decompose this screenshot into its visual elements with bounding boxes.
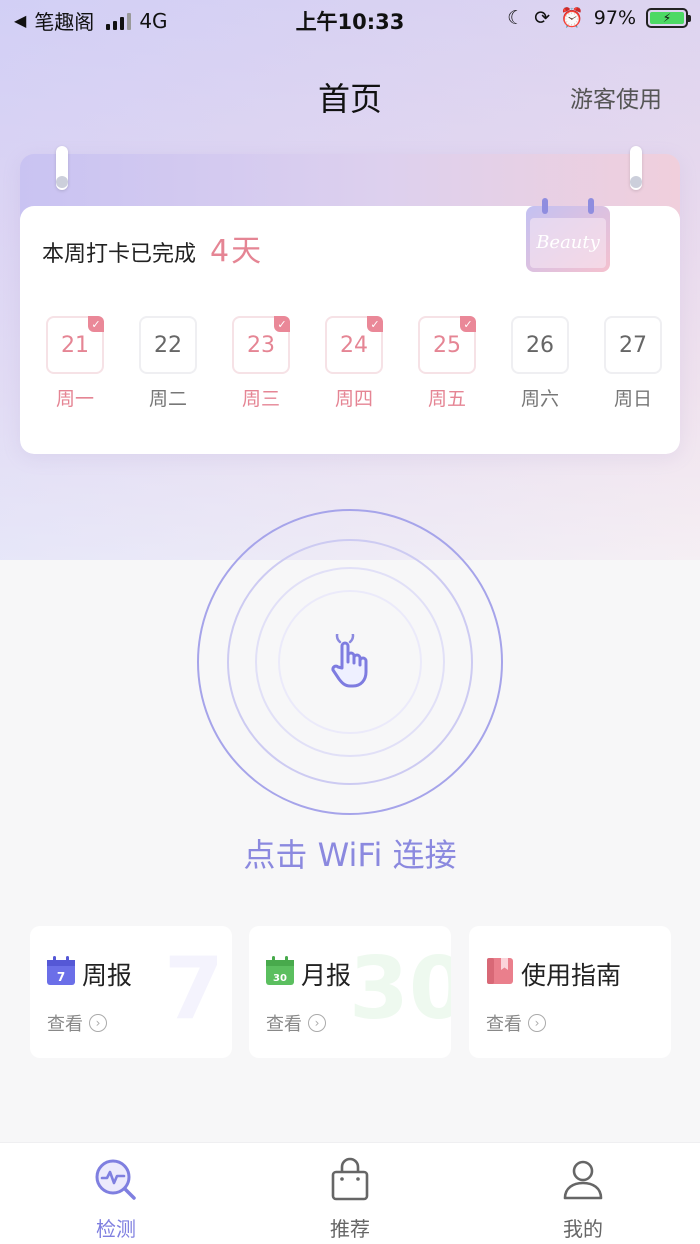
checkin-days-count: 4天 (210, 234, 264, 269)
tab-detect[interactable]: 检测 (66, 1157, 166, 1242)
card-title: 使用指南 (521, 961, 622, 990)
tab-label: 我的 (563, 1217, 603, 1241)
battery-percent: 97% (593, 6, 636, 29)
guest-mode-button[interactable]: 游客使用 (570, 80, 662, 114)
tab-label: 推荐 (330, 1217, 370, 1241)
weekly-report-card[interactable]: 7 7 周报 查看 › (30, 926, 232, 1058)
view-label: 查看 (266, 1014, 302, 1035)
beauty-badge-text: Beauty (535, 232, 600, 253)
checkmark-icon: ✓ (460, 316, 476, 332)
day-item[interactable]: 26 周六 (509, 316, 571, 411)
weekly-calendar-icon: 7 (47, 956, 75, 985)
card-title: 月报 (301, 961, 352, 990)
chevron-right-icon: › (89, 1014, 107, 1032)
day-date-box: 25 ✓ (418, 316, 476, 374)
day-date: 21 (61, 332, 89, 358)
day-weekday: 周一 (55, 388, 94, 410)
user-guide-card[interactable]: 使用指南 查看 › (469, 926, 671, 1058)
tab-label: 检测 (96, 1217, 136, 1241)
day-date-box: 23 ✓ (232, 316, 290, 374)
day-item[interactable]: 21 ✓ 周一 (44, 316, 106, 411)
day-date-box: 26 (511, 316, 569, 374)
detect-icon (95, 1159, 136, 1200)
day-date: 23 (247, 332, 275, 358)
day-item[interactable]: 27 周日 (602, 316, 664, 411)
day-weekday: 周日 (613, 388, 652, 410)
day-date: 24 (340, 332, 368, 358)
svg-text:30: 30 (273, 973, 287, 984)
day-item[interactable]: 23 ✓ 周三 (230, 316, 292, 411)
view-label: 查看 (47, 1014, 83, 1035)
checkmark-icon: ✓ (88, 316, 104, 332)
day-item[interactable]: 24 ✓ 周四 (323, 316, 385, 411)
guide-book-icon (487, 958, 513, 984)
tab-mine[interactable]: 我的 (533, 1157, 633, 1242)
chevron-right-icon: › (528, 1014, 546, 1032)
chevron-right-icon: › (308, 1014, 326, 1032)
checkin-label: 本周打卡已完成 (42, 242, 197, 267)
battery-icon: ⚡ (646, 7, 691, 28)
day-date-box: 22 (139, 316, 197, 374)
alarm-icon: ⏰ (560, 7, 584, 29)
wifi-connect-button[interactable] (196, 508, 504, 816)
beauty-calendar-icon: Beauty (526, 198, 610, 272)
wifi-connect-label[interactable]: 点击 WiFi 连接 (0, 830, 700, 876)
card-bg-number: 30 (349, 939, 451, 1039)
day-weekday: 周三 (241, 388, 280, 410)
day-date-box: 27 (604, 316, 662, 374)
status-right: ☾ ⟳ ⏰ 97% ⚡ (507, 6, 691, 29)
status-bar: ◀ 笔趣阁 4G 上午10:33 ☾ ⟳ ⏰ 97% ⚡ (0, 0, 700, 40)
day-item[interactable]: 25 ✓ 周五 (416, 316, 478, 411)
day-weekday: 周四 (334, 388, 373, 410)
rotation-lock-icon: ⟳ (534, 6, 551, 29)
card-bg-number: 7 (164, 939, 224, 1039)
calendar-ring-left (56, 146, 68, 190)
checkmark-icon: ✓ (367, 316, 383, 332)
monthly-report-card[interactable]: 30 30 月报 查看 › (249, 926, 451, 1058)
card-title: 周报 (82, 961, 133, 990)
day-date: 25 (433, 332, 461, 358)
view-link[interactable]: 查看 › (47, 1010, 107, 1036)
view-label: 查看 (486, 1014, 522, 1035)
day-date: 22 (154, 332, 182, 358)
user-icon (563, 1160, 603, 1200)
monthly-calendar-icon: 30 (266, 956, 294, 985)
week-days: 21 ✓ 周一 22 周二 23 ✓ 周三 24 ✓ 周四 25 ✓ 周五 26 周六 27 周日 (44, 316, 664, 411)
day-weekday: 周二 (148, 388, 187, 410)
shopping-bag-icon (331, 1157, 369, 1201)
checkmark-icon: ✓ (274, 316, 290, 332)
moon-icon: ☾ (507, 6, 525, 29)
day-item[interactable]: 22 周二 (137, 316, 199, 411)
svg-text:7: 7 (57, 970, 65, 984)
tap-hand-icon (331, 634, 368, 688)
view-link[interactable]: 查看 › (266, 1010, 326, 1036)
bottom-tab-bar: 检测 推荐 我的 (0, 1142, 700, 1244)
view-link[interactable]: 查看 › (486, 1010, 546, 1036)
calendar-ring-right (630, 146, 642, 190)
tab-recommend[interactable]: 推荐 (300, 1157, 400, 1242)
checkin-content: 本周打卡已完成 4天 Beauty 21 ✓ 周一 22 周二 23 ✓ 周三 24 ✓ 周四 25 ✓… (20, 154, 680, 454)
checkin-summary: 本周打卡已完成 4天 (42, 226, 263, 270)
day-date-box: 21 ✓ (46, 316, 104, 374)
day-date: 26 (526, 332, 554, 358)
app-header: 首页 游客使用 (0, 70, 700, 124)
day-weekday: 周六 (520, 388, 559, 410)
day-date: 27 (619, 332, 647, 358)
day-date-box: 24 ✓ (325, 316, 383, 374)
day-weekday: 周五 (427, 388, 466, 410)
